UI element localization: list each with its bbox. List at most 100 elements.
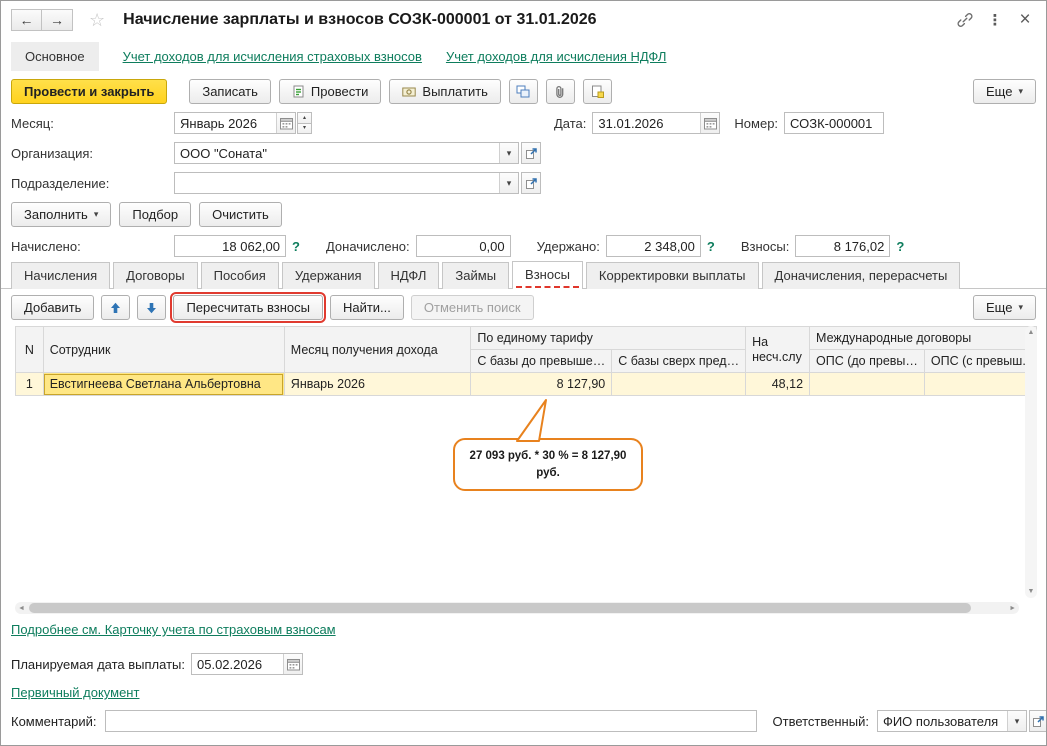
related-documents-button[interactable]	[508, 79, 538, 104]
grid-more-button[interactable]: Еще ▾	[973, 295, 1036, 320]
column-header-month[interactable]: Месяц получения дохода	[283, 326, 472, 373]
month-calendar-button[interactable]	[276, 113, 295, 133]
pick-button[interactable]: Подбор	[119, 202, 192, 227]
horizontal-scrollbar-thumb[interactable]	[29, 603, 971, 613]
month-field[interactable]: Январь 2026	[174, 112, 296, 134]
added-field[interactable]: 0,00	[415, 235, 511, 257]
cell-month[interactable]: Январь 2026	[283, 372, 472, 396]
accrued-field[interactable]: 18 062,00	[174, 235, 286, 257]
cell-ops-below[interactable]	[809, 372, 925, 396]
recalculate-contributions-button[interactable]: Пересчитать взносы	[170, 292, 326, 323]
primary-document-link[interactable]: Первичный документ	[11, 685, 139, 700]
tab-uderzhaniya[interactable]: Удержания	[281, 262, 375, 289]
department-combo[interactable]: ▾	[174, 172, 519, 194]
column-header-ops-below[interactable]: ОПС (до превы…	[809, 349, 925, 373]
post-button[interactable]: Провести	[278, 79, 382, 104]
planned-date-value[interactable]: 05.02.2026	[192, 654, 283, 674]
attachments-button[interactable]	[545, 79, 575, 104]
number-value[interactable]: СОЗК-000001	[785, 113, 883, 133]
tab-dogovory[interactable]: Договоры	[113, 262, 198, 289]
close-button[interactable]: ×	[1014, 9, 1036, 31]
get-link-button[interactable]	[954, 9, 976, 31]
column-header-base-above[interactable]: С базы сверх пред…	[611, 349, 747, 373]
scroll-right-icon[interactable]: ►	[1009, 602, 1016, 614]
move-up-button[interactable]	[101, 295, 131, 320]
column-header-employee[interactable]: Сотрудник	[42, 326, 285, 373]
cell-accident[interactable]: 48,12	[745, 372, 811, 396]
comment-value[interactable]	[106, 711, 756, 731]
tab-posobiya[interactable]: Пособия	[200, 262, 279, 289]
scroll-down-icon[interactable]: ▼	[1028, 588, 1035, 595]
tab-vznosy[interactable]: Взносы	[512, 261, 583, 289]
horizontal-scrollbar[interactable]: ◄ ►	[15, 602, 1019, 614]
withheld-field[interactable]: 2 348,00	[605, 235, 701, 257]
date-value[interactable]: 31.01.2026	[593, 113, 700, 133]
add-row-button[interactable]: Добавить	[11, 295, 95, 320]
department-dropdown-button[interactable]: ▾	[499, 173, 518, 193]
link-ndfl-income[interactable]: Учет доходов для исчисления НДФЛ	[446, 49, 666, 64]
forward-button[interactable]: →	[42, 9, 73, 31]
post-and-close-button[interactable]: Провести и закрыть	[11, 79, 168, 104]
tab-korrektirovki[interactable]: Корректировки выплаты	[585, 262, 759, 289]
contributions-value[interactable]: 8 176,02	[796, 236, 889, 256]
column-header-accident[interactable]: На несч.слу	[745, 326, 811, 373]
vertical-scrollbar[interactable]: ▲ ▼	[1025, 326, 1037, 598]
date-field[interactable]: 31.01.2026	[592, 112, 721, 134]
cell-base-below[interactable]: 8 127,90	[470, 372, 613, 396]
responsible-combo[interactable]: ФИО пользователя ▾	[876, 710, 1027, 732]
pay-button[interactable]: Выплатить	[389, 79, 501, 104]
contributions-help-link[interactable]: ?	[896, 239, 904, 254]
month-value[interactable]: Январь 2026	[175, 113, 276, 133]
column-header-ops-above[interactable]: ОПС (с превыш.)	[923, 349, 1038, 373]
more-actions-button[interactable]: Еще ▾	[973, 79, 1036, 104]
scroll-left-icon[interactable]: ◄	[18, 602, 25, 614]
organization-open-button[interactable]	[521, 142, 541, 164]
planned-date-calendar-button[interactable]	[283, 654, 302, 674]
organization-value[interactable]: ООО "Соната"	[175, 143, 499, 163]
column-header-single-tariff[interactable]: По единому тарифу	[470, 326, 747, 350]
responsible-dropdown-button[interactable]: ▾	[1006, 711, 1026, 731]
table-row[interactable]: 1 Евстигнеева Светлана Альбертовна Январ…	[15, 372, 1038, 396]
contribution-card-link[interactable]: Подробнее см. Карточку учета по страховы…	[11, 622, 336, 637]
save-button[interactable]: Записать	[189, 79, 271, 104]
responsible-open-button[interactable]	[1028, 710, 1046, 732]
tab-zaymy[interactable]: Займы	[442, 262, 510, 289]
accrued-value[interactable]: 18 062,00	[175, 236, 285, 256]
date-calendar-button[interactable]	[700, 113, 720, 133]
link-insurance-income[interactable]: Учет доходов для исчисления страховых вз…	[123, 49, 422, 64]
accrued-help-link[interactable]: ?	[292, 239, 300, 254]
cell-ops-above[interactable]	[923, 372, 1038, 396]
cell-employee[interactable]: Евстигнеева Светлана Альбертовна	[42, 372, 285, 396]
responsible-value[interactable]: ФИО пользователя	[878, 711, 1007, 731]
tab-ndfl[interactable]: НДФЛ	[377, 262, 440, 289]
window-menu-button[interactable]: ⋮	[984, 9, 1006, 31]
step-down-icon[interactable]: ▾	[297, 123, 312, 134]
find-button[interactable]: Найти...	[329, 295, 404, 320]
cancel-search-button[interactable]: Отменить поиск	[410, 295, 534, 320]
fill-button[interactable]: Заполнить ▾	[11, 202, 112, 227]
section-tab-main[interactable]: Основное	[11, 41, 99, 71]
column-header-base-below[interactable]: С базы до превыше…	[470, 349, 613, 373]
tab-nachisleniya[interactable]: Начисления	[11, 262, 111, 289]
cell-base-above[interactable]	[611, 372, 747, 396]
scroll-up-icon[interactable]: ▲	[1028, 329, 1035, 336]
organization-dropdown-button[interactable]: ▾	[499, 143, 518, 163]
withheld-value[interactable]: 2 348,00	[607, 236, 700, 256]
planned-date-field[interactable]: 05.02.2026	[191, 653, 303, 675]
create-based-on-button[interactable]	[582, 79, 612, 104]
column-header-international[interactable]: Международные договоры	[809, 326, 1037, 350]
favorite-star-icon[interactable]: ☆	[89, 11, 105, 29]
withheld-help-link[interactable]: ?	[707, 239, 715, 254]
cell-row-number[interactable]: 1	[15, 372, 44, 396]
back-button[interactable]: ←	[11, 9, 42, 31]
clear-button[interactable]: Очистить	[199, 202, 282, 227]
column-header-n[interactable]: N	[15, 326, 44, 373]
comment-field[interactable]	[104, 710, 757, 732]
added-value[interactable]: 0,00	[417, 236, 510, 256]
move-down-button[interactable]	[137, 295, 167, 320]
contributions-field[interactable]: 8 176,02	[795, 235, 891, 257]
organization-combo[interactable]: ООО "Соната" ▾	[174, 142, 519, 164]
step-up-icon[interactable]: ▴	[297, 112, 312, 124]
tab-donachisleniya[interactable]: Доначисления, перерасчеты	[761, 262, 961, 289]
department-value[interactable]	[175, 173, 499, 193]
